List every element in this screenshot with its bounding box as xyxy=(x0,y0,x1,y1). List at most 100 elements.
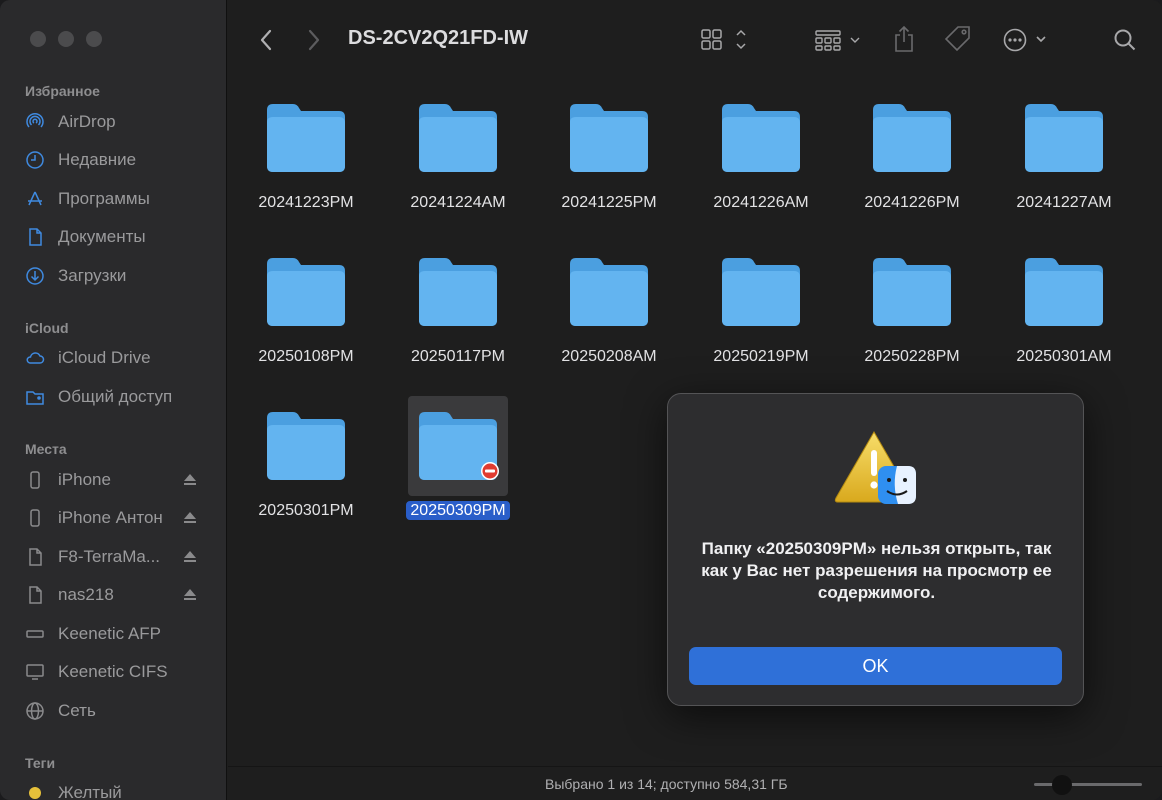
finder-window: Избранное AirDrop Недавние Программы Док… xyxy=(0,0,1162,800)
folder-item[interactable]: 20250117PM xyxy=(398,234,518,374)
sidebar-item-label: Недавние xyxy=(58,150,137,169)
folder-item[interactable]: 20250301AM xyxy=(1004,234,1124,374)
tags-button[interactable] xyxy=(942,22,974,56)
cloud-icon xyxy=(24,347,46,369)
folder-name: 20241224AM xyxy=(378,194,538,212)
toolbar: DS-2CV2Q21FD-IW xyxy=(228,0,1162,80)
ok-button[interactable]: OK xyxy=(689,647,1062,685)
folder-item[interactable]: 20250208AM xyxy=(549,234,669,374)
folder-item[interactable]: 20250228PM xyxy=(852,234,972,374)
folder-icon-wrap xyxy=(566,254,652,330)
forward-button[interactable] xyxy=(302,26,326,54)
eject-icon[interactable] xyxy=(182,548,198,564)
folder-name: 20250108PM xyxy=(226,348,386,366)
zoom-window-button[interactable] xyxy=(86,31,102,47)
sidebar-item-icloud-drive[interactable]: iCloud Drive xyxy=(24,343,204,373)
favorites-section-title: Избранное xyxy=(25,83,100,99)
folder-item[interactable]: 20241227AM xyxy=(1004,80,1124,220)
folder-item[interactable]: 20250108PM xyxy=(246,234,366,374)
grid-view-icon xyxy=(701,29,746,50)
document-icon xyxy=(24,546,46,568)
folder-icon xyxy=(722,104,800,172)
folder-name-text: 20241227AM xyxy=(1016,194,1112,211)
minimize-window-button[interactable] xyxy=(58,31,74,47)
sidebar-item-network[interactable]: Сеть xyxy=(24,696,204,726)
eject-icon[interactable] xyxy=(182,509,198,525)
folder-item[interactable]: 20241224AM xyxy=(398,80,518,220)
status-bar: Выбрано 1 из 14; доступно 584,31 ГБ xyxy=(228,766,1162,800)
folder-name: 20250309PM xyxy=(378,501,538,520)
folder-item[interactable]: 20250309PM xyxy=(398,388,518,528)
sidebar-item-airdrop[interactable]: AirDrop xyxy=(24,107,204,137)
sidebar-item-shared[interactable]: Общий доступ xyxy=(24,382,204,412)
back-button[interactable] xyxy=(254,26,278,54)
sidebar-item-label: F8-TerraMa... xyxy=(58,547,161,566)
sidebar-item-label: iPhone xyxy=(58,470,111,489)
sidebar-item-keenetic-cifs[interactable]: Keenetic CIFS xyxy=(24,657,204,687)
folder-item[interactable]: 20250301PM xyxy=(246,388,366,528)
window-title: DS-2CV2Q21FD-IW xyxy=(348,27,529,49)
folder-name-text: 20250309PM xyxy=(406,501,510,520)
share-icon xyxy=(895,25,913,52)
folder-name: 20241226PM xyxy=(832,194,992,212)
sidebar-item-label: Keenetic CIFS xyxy=(58,662,168,681)
download-icon xyxy=(24,265,46,287)
group-grid-icon xyxy=(815,30,860,51)
eject-icon[interactable] xyxy=(182,586,198,602)
folder-name-text: 20241226PM xyxy=(864,194,960,211)
folder-name-text: 20250108PM xyxy=(258,348,354,365)
search-button[interactable] xyxy=(1110,24,1140,56)
folder-icon-wrap xyxy=(869,100,955,176)
folder-item[interactable]: 20241226PM xyxy=(852,80,972,220)
folder-name-text: 20250219PM xyxy=(713,348,809,365)
folder-name: 20250219PM xyxy=(681,348,841,366)
folder-item[interactable]: 20241225PM xyxy=(549,80,669,220)
icon-size-slider-track[interactable] xyxy=(1034,783,1142,786)
folder-name-text: 20241225PM xyxy=(561,194,657,211)
sidebar-item-label: AirDrop xyxy=(58,112,116,131)
folder-item[interactable]: 20250219PM xyxy=(701,234,821,374)
view-mode-button[interactable] xyxy=(698,24,748,56)
permission-alert-dialog: Папку «20250309PM» нельзя открыть, так к… xyxy=(667,393,1084,706)
apps-icon xyxy=(24,188,46,210)
sidebar-item-label: Желтый xyxy=(58,783,122,800)
sidebar-item-label: iPhone Антон xyxy=(58,508,163,527)
folder-item[interactable]: 20241223PM xyxy=(246,80,366,220)
share-button[interactable] xyxy=(890,22,918,56)
sidebar-item-nas218[interactable]: nas218 xyxy=(24,580,204,610)
icloud-section-title: iCloud xyxy=(25,320,69,336)
sidebar-item-f8-terramaster[interactable]: F8-TerraMa... xyxy=(24,542,204,572)
phone-icon xyxy=(24,469,46,491)
chevron-right-icon xyxy=(308,29,320,51)
folder-name: 20241227AM xyxy=(984,194,1144,212)
folder-icon-wrap xyxy=(415,100,501,176)
sidebar-item-iphone-anton[interactable]: iPhone Антон xyxy=(24,503,204,533)
sidebar: Избранное AirDrop Недавние Программы Док… xyxy=(0,0,227,800)
folder-item[interactable]: 20241226AM xyxy=(701,80,821,220)
tag-dot-icon xyxy=(24,782,46,800)
group-by-button[interactable] xyxy=(813,24,865,56)
close-window-button[interactable] xyxy=(30,31,46,47)
places-section-title: Места xyxy=(25,441,67,457)
sidebar-item-tag-yellow[interactable]: Желтый xyxy=(24,778,204,800)
sidebar-item-iphone[interactable]: iPhone xyxy=(24,465,204,495)
folder-icon xyxy=(419,412,499,480)
folder-icon-wrap xyxy=(566,100,652,176)
sidebar-item-keenetic-afp[interactable]: Keenetic AFP xyxy=(24,619,204,649)
folder-icon xyxy=(570,258,648,326)
folder-icon-wrap xyxy=(263,408,349,484)
folder-name: 20241225PM xyxy=(529,194,689,212)
tag-icon xyxy=(944,26,970,52)
sidebar-item-applications[interactable]: Программы xyxy=(24,184,204,214)
warning-finder-icon xyxy=(834,430,916,504)
sidebar-item-documents[interactable]: Документы xyxy=(24,222,204,252)
sidebar-item-downloads[interactable]: Загрузки xyxy=(24,261,204,291)
more-actions-button[interactable] xyxy=(1001,24,1051,56)
folder-icon xyxy=(722,258,800,326)
icon-size-slider-knob[interactable] xyxy=(1052,775,1072,795)
sidebar-item-recent[interactable]: Недавние xyxy=(24,145,204,175)
folder-icon-wrap xyxy=(408,396,508,496)
status-text: Выбрано 1 из 14; доступно 584,31 ГБ xyxy=(545,776,788,792)
folder-name-text: 20250301AM xyxy=(1016,348,1112,365)
eject-icon[interactable] xyxy=(182,471,198,487)
